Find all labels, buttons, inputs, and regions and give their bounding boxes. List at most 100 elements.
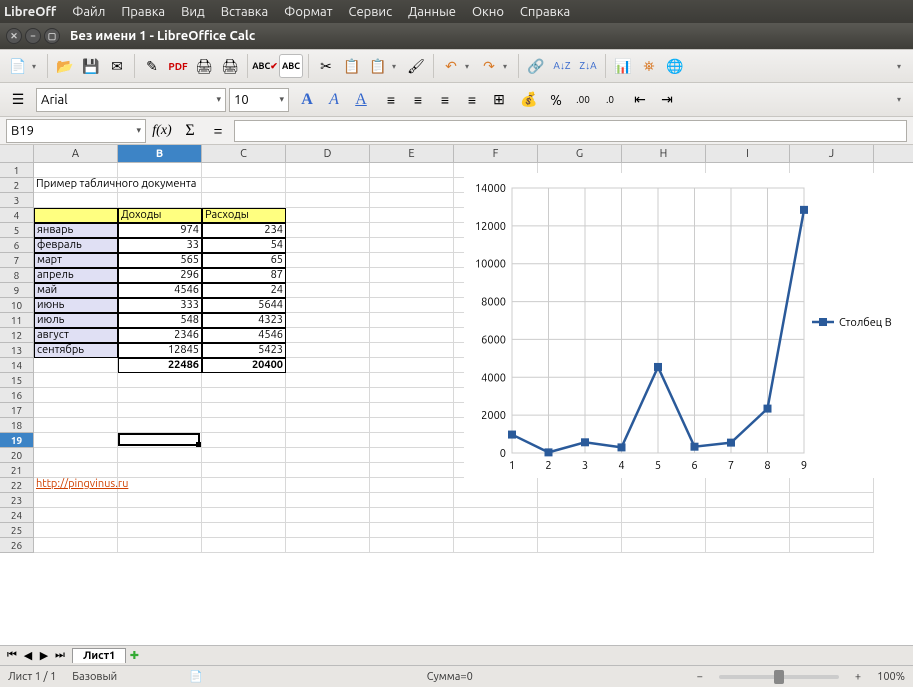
cell[interactable]	[118, 388, 202, 403]
paste-dropdown[interactable]: ▾	[392, 62, 402, 71]
menu-view[interactable]: Вид	[173, 3, 213, 21]
cell[interactable]	[370, 538, 454, 553]
cell[interactable]	[34, 193, 118, 208]
cell[interactable]	[370, 523, 454, 538]
cell[interactable]: август	[34, 328, 118, 343]
cell[interactable]: 87	[202, 268, 286, 283]
pdf-export-icon[interactable]: PDF	[166, 54, 190, 78]
menu-tools[interactable]: Сервис	[340, 3, 400, 21]
cell[interactable]: Доходы	[118, 208, 202, 223]
cell[interactable]: 2346	[118, 328, 202, 343]
navigator-icon[interactable]: ⛯	[637, 54, 661, 78]
row-header[interactable]: 4	[0, 208, 33, 223]
zoom-out-icon[interactable]: −	[697, 671, 703, 683]
cell[interactable]: http://pingvinus.ru	[34, 478, 118, 493]
open-icon[interactable]: 📂	[53, 54, 77, 78]
cell[interactable]	[286, 388, 370, 403]
cell[interactable]	[286, 268, 370, 283]
cell[interactable]	[706, 538, 790, 553]
align-justify-icon[interactable]: ≡	[460, 88, 484, 112]
cell[interactable]: 22486	[118, 358, 202, 373]
minimize-button[interactable]: –	[25, 28, 41, 44]
column-header[interactable]: E	[370, 145, 454, 162]
row-header[interactable]: 22	[0, 478, 33, 493]
cell[interactable]	[286, 418, 370, 433]
add-decimal-icon[interactable]: .00	[571, 88, 595, 112]
name-box[interactable]: B19▾	[6, 119, 146, 143]
row-header[interactable]: 17	[0, 403, 33, 418]
cell[interactable]	[202, 163, 286, 178]
cell[interactable]	[202, 523, 286, 538]
formula-equals-icon[interactable]: =	[206, 119, 230, 143]
cell[interactable]	[34, 373, 118, 388]
cell[interactable]	[286, 193, 370, 208]
cell[interactable]	[622, 478, 706, 493]
cell[interactable]	[538, 538, 622, 553]
cell[interactable]	[706, 478, 790, 493]
cell[interactable]: 548	[118, 313, 202, 328]
cell[interactable]	[34, 448, 118, 463]
select-all-corner[interactable]	[0, 145, 34, 163]
cell[interactable]	[622, 493, 706, 508]
cell[interactable]	[34, 523, 118, 538]
cell[interactable]	[454, 493, 538, 508]
new-doc-dropdown[interactable]: ▾	[32, 62, 42, 71]
copy-icon[interactable]: 📋	[340, 54, 364, 78]
cell[interactable]	[370, 283, 454, 298]
cell[interactable]: 24	[202, 283, 286, 298]
cell[interactable]	[370, 403, 454, 418]
cell[interactable]	[370, 313, 454, 328]
cell[interactable]	[202, 538, 286, 553]
italic-icon[interactable]: A	[322, 88, 346, 112]
increase-indent-icon[interactable]: ⇥	[655, 88, 679, 112]
font-name-combo[interactable]: Arial▾	[36, 88, 226, 112]
merge-cells-icon[interactable]: ⊞	[487, 88, 511, 112]
remove-decimal-icon[interactable]: .0	[598, 88, 622, 112]
cell[interactable]	[202, 493, 286, 508]
cell[interactable]	[286, 208, 370, 223]
cell[interactable]	[118, 433, 202, 448]
cell[interactable]	[286, 538, 370, 553]
autospell-icon[interactable]: ABC	[279, 54, 303, 78]
cell[interactable]	[34, 433, 118, 448]
cell[interactable]	[118, 508, 202, 523]
cell[interactable]	[370, 178, 454, 193]
column-header[interactable]: F	[454, 145, 538, 162]
column-header[interactable]: C	[202, 145, 286, 162]
cell[interactable]: 296	[118, 268, 202, 283]
print-icon[interactable]: 🖨	[192, 54, 216, 78]
cell[interactable]: 12845	[118, 343, 202, 358]
cell[interactable]	[202, 433, 286, 448]
column-header[interactable]: A	[34, 145, 118, 162]
column-header[interactable]: B	[118, 145, 202, 162]
cell[interactable]	[286, 328, 370, 343]
cell[interactable]: июнь	[34, 298, 118, 313]
cell[interactable]	[370, 343, 454, 358]
redo-dropdown[interactable]: ▾	[503, 62, 513, 71]
sort-desc-icon[interactable]: Z↓A	[576, 54, 600, 78]
cell[interactable]	[286, 433, 370, 448]
row-header[interactable]: 11	[0, 313, 33, 328]
cell[interactable]	[286, 343, 370, 358]
cell[interactable]	[118, 493, 202, 508]
cell[interactable]	[370, 163, 454, 178]
cell[interactable]	[202, 178, 286, 193]
cell[interactable]	[286, 508, 370, 523]
cell[interactable]	[34, 388, 118, 403]
column-header[interactable]: I	[706, 145, 790, 162]
row-header[interactable]: 21	[0, 463, 33, 478]
cell[interactable]	[370, 373, 454, 388]
cell[interactable]	[118, 463, 202, 478]
cell[interactable]	[370, 478, 454, 493]
cell[interactable]	[118, 448, 202, 463]
currency-icon[interactable]: 💰	[517, 88, 541, 112]
column-header[interactable]: H	[622, 145, 706, 162]
cell[interactable]	[202, 193, 286, 208]
styles-icon[interactable]: ☰	[6, 88, 30, 112]
spellcheck-icon[interactable]: ABC✔	[253, 54, 277, 78]
cell[interactable]	[370, 418, 454, 433]
cell[interactable]	[286, 298, 370, 313]
row-header[interactable]: 9	[0, 283, 33, 298]
cell[interactable]	[454, 538, 538, 553]
cell[interactable]	[370, 388, 454, 403]
